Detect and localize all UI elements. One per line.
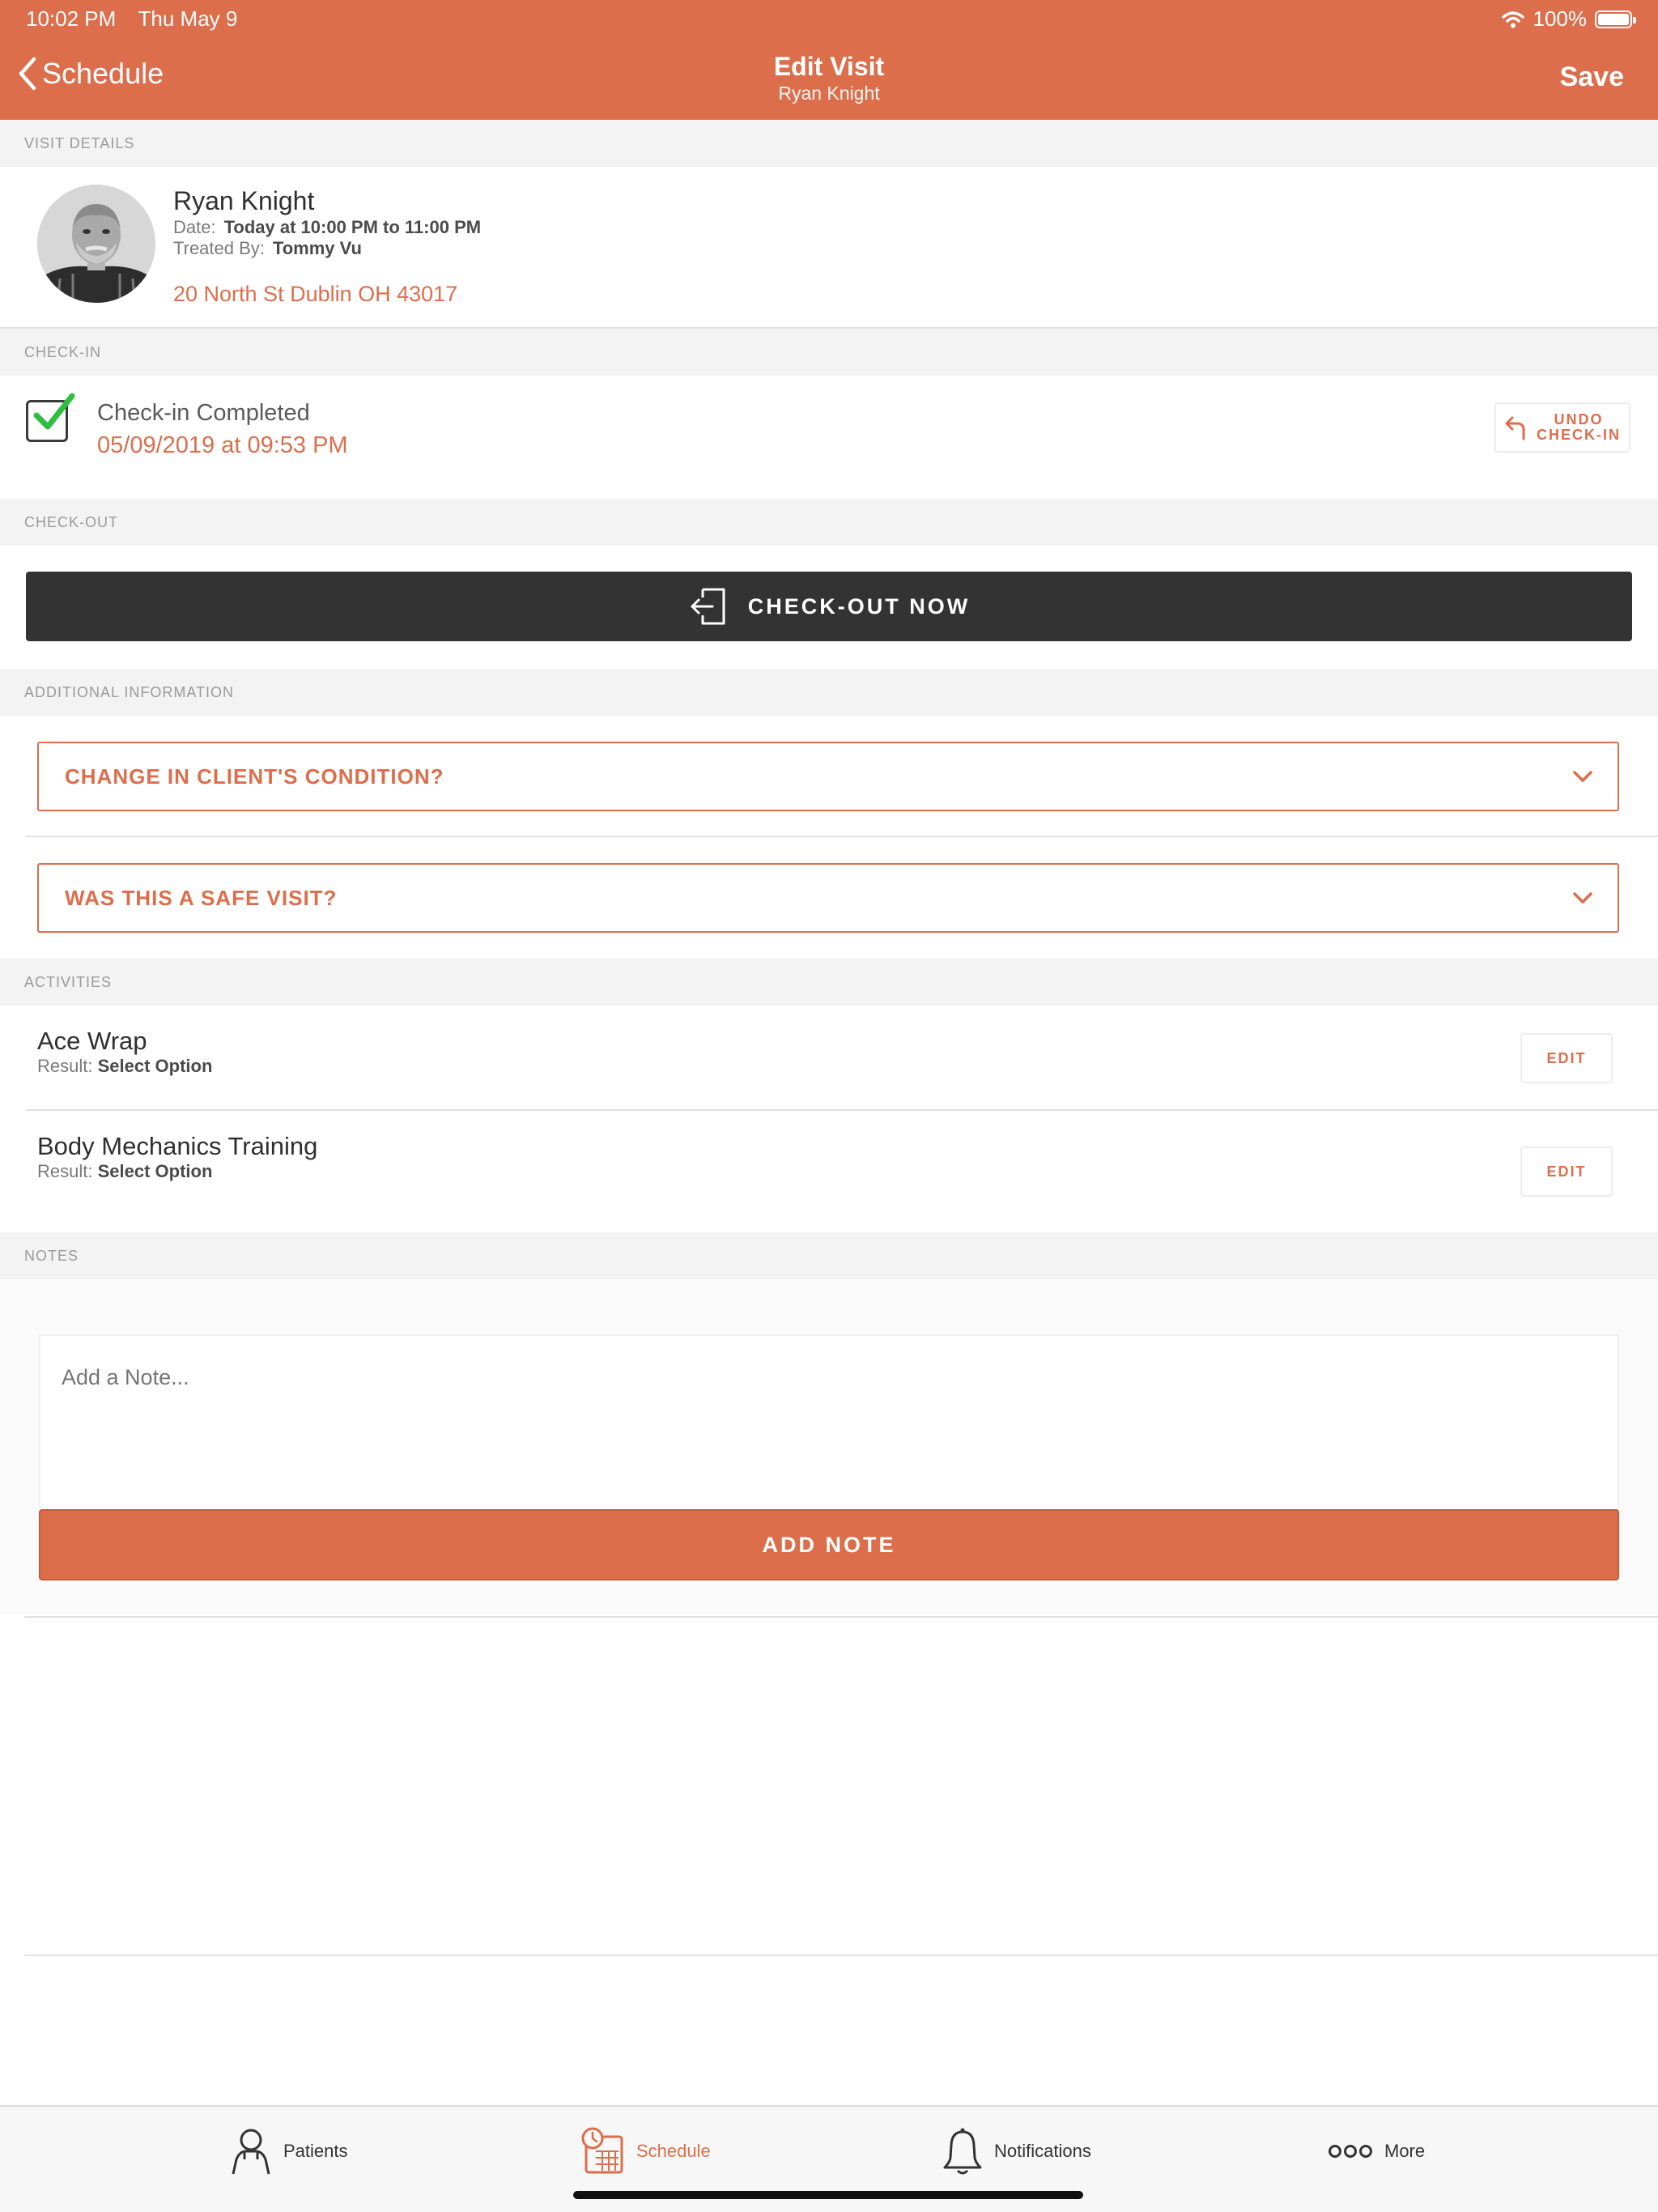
section-header-additional-info: ADDITIONAL INFORMATION	[0, 669, 1658, 716]
check-in-checkbox	[26, 393, 75, 442]
section-header-check-out: CHECK-OUT	[0, 499, 1658, 546]
date-label: Date:	[173, 217, 216, 237]
safe-visit-dropdown[interactable]: WAS THIS A SAFE VISIT?	[37, 863, 1619, 933]
checkmark-icon	[33, 393, 75, 430]
activity-result: Result: Select Option	[37, 1056, 212, 1077]
calendar-clock-icon	[581, 2127, 623, 2174]
result-label: Result:	[37, 1161, 93, 1181]
edit-activity-button[interactable]: EDIT	[1520, 1146, 1613, 1197]
tab-label: Notifications	[994, 2141, 1091, 2161]
tab-notifications[interactable]: Notifications	[942, 2123, 1091, 2180]
status-indicators: 100%	[1501, 6, 1636, 32]
tab-schedule[interactable]: Schedule	[580, 2123, 711, 2180]
battery-percent: 100%	[1533, 6, 1588, 31]
home-indicator[interactable]	[573, 2191, 1083, 2199]
status-time: 10:02 PM Thu May 9	[26, 6, 237, 32]
check-in-timestamp: 05/09/2019 at 09:53 PM	[97, 432, 348, 458]
page-title: Edit Visit	[773, 52, 885, 81]
note-input[interactable]	[39, 1334, 1619, 1508]
section-header-notes: NOTES	[0, 1232, 1658, 1279]
undo-arrow-icon	[1505, 416, 1525, 440]
check-out-label: CHECK-OUT NOW	[747, 593, 971, 619]
undo-check-in-label: UNDO CHECK-IN	[1537, 412, 1621, 443]
undo-label-line1: UNDO	[1554, 411, 1604, 428]
status-date-text: Thu May 9	[138, 6, 238, 31]
battery-icon	[1595, 10, 1636, 28]
visit-date-row: Date: Today at 10:00 PM to 11:00 PM	[173, 217, 481, 238]
undo-check-in-button[interactable]: UNDO CHECK-IN	[1494, 402, 1630, 453]
chevron-down-icon	[1573, 892, 1592, 904]
avatar	[37, 185, 155, 303]
activity-name: Ace Wrap	[37, 1027, 147, 1055]
activity-result: Result: Select Option	[37, 1161, 212, 1182]
treated-by-value: Tommy Vu	[272, 238, 362, 258]
patient-name: Ryan Knight	[173, 186, 315, 215]
treated-by-label: Treated By:	[173, 238, 265, 258]
bell-icon	[943, 2128, 982, 2175]
check-out-now-button[interactable]: CHECK-OUT NOW	[26, 572, 1632, 641]
check-in-status: Check-in Completed	[97, 400, 310, 426]
section-header-activities: ACTIVITIES	[0, 959, 1658, 1006]
result-value: Select Option	[97, 1056, 213, 1076]
person-icon	[232, 2129, 270, 2175]
tab-more[interactable]: More	[1328, 2123, 1425, 2180]
tab-label: More	[1384, 2141, 1426, 2161]
tab-label: Patients	[283, 2141, 348, 2161]
date-value: Today at 10:00 PM to 11:00 PM	[223, 217, 482, 237]
more-dots-icon	[1329, 2145, 1372, 2158]
dropdown-label: WAS THIS A SAFE VISIT?	[65, 885, 338, 910]
result-label: Result:	[37, 1056, 93, 1076]
chevron-down-icon	[1573, 771, 1592, 782]
divider	[24, 1955, 1658, 1956]
treated-by-row: Treated By: Tommy Vu	[173, 238, 362, 259]
dropdown-label: CHANGE IN CLIENT'S CONDITION?	[65, 764, 444, 789]
navigation-bar: 10:02 PM Thu May 9 100% Schedule Edit Vi…	[0, 0, 1658, 120]
edit-activity-button[interactable]: EDIT	[1520, 1033, 1613, 1083]
save-button[interactable]: Save	[1560, 62, 1624, 93]
client-condition-dropdown[interactable]: CHANGE IN CLIENT'S CONDITION?	[37, 742, 1619, 811]
add-note-button[interactable]: ADD NOTE	[39, 1509, 1619, 1580]
page-subtitle: Ryan Knight	[778, 83, 880, 104]
exit-door-icon	[691, 588, 725, 625]
status-time-text: 10:02 PM	[26, 6, 117, 31]
tab-label: Schedule	[636, 2141, 711, 2161]
patient-address-link[interactable]: 20 North St Dublin OH 43017	[173, 282, 457, 307]
divider	[24, 1616, 1658, 1618]
undo-label-line2: CHECK-IN	[1537, 427, 1621, 443]
wifi-icon	[1501, 11, 1524, 28]
patient-photo	[37, 185, 155, 303]
section-header-visit-details: VISIT DETAILS	[0, 120, 1658, 167]
section-header-check-in: CHECK-IN	[0, 329, 1658, 376]
result-value: Select Option	[97, 1161, 213, 1181]
divider	[26, 1109, 1658, 1111]
tab-patients[interactable]: Patients	[230, 2123, 348, 2180]
activity-name: Body Mechanics Training	[37, 1132, 318, 1160]
divider	[26, 836, 1658, 837]
